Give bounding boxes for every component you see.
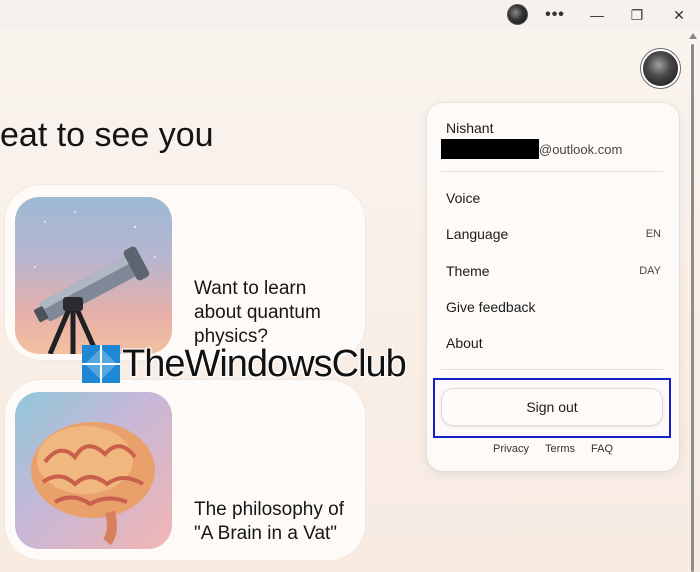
user-name: Nishant: [446, 120, 494, 136]
user-email: @outlook.com: [441, 139, 622, 159]
maximize-button[interactable]: ❐: [622, 4, 652, 26]
suggestion-card-brain[interactable]: The philosophy of "A Brain in a Vat": [5, 380, 365, 560]
menu-item-value: DAY: [639, 265, 661, 277]
menu-item-label: Give feedback: [446, 299, 536, 315]
menu-item-label: Voice: [446, 190, 481, 206]
menu-item-give-feedback[interactable]: Give feedback: [446, 295, 661, 319]
menu-item-about[interactable]: About: [446, 331, 661, 355]
more-options-button[interactable]: •••: [540, 4, 570, 26]
menu-divider: [441, 369, 663, 370]
menu-item-value: EN: [645, 228, 661, 240]
scroll-up-arrow-icon[interactable]: [689, 33, 697, 39]
minimize-button[interactable]: —: [582, 4, 612, 26]
menu-item-label: About: [446, 335, 483, 351]
profile-avatar-button[interactable]: [641, 49, 680, 88]
menu-item-voice[interactable]: Voice: [446, 186, 661, 210]
card-prompt-text: The philosophy of "A Brain in a Vat": [194, 499, 344, 544]
menu-item-language[interactable]: Language EN: [446, 222, 661, 246]
telescope-image: [15, 197, 172, 354]
terms-link[interactable]: Terms: [545, 443, 575, 455]
brain-image: [15, 392, 172, 549]
menu-item-theme[interactable]: Theme DAY: [446, 259, 661, 283]
suggestion-card-quantum[interactable]: Want to learn about quantum physics?: [5, 185, 365, 360]
menu-item-label: Language: [446, 226, 509, 242]
titlebar-avatar[interactable]: [507, 4, 528, 25]
title-bar: ••• — ❐ ✕: [0, 0, 700, 30]
scroll-thumb[interactable]: [691, 44, 694, 572]
footer-links: Privacy Terms FAQ: [427, 443, 679, 455]
menu-divider: [441, 171, 663, 172]
card-prompt-text: Want to learn about quantum physics?: [194, 278, 321, 347]
greeting-heading: eat to see you: [0, 116, 214, 154]
privacy-link[interactable]: Privacy: [493, 443, 529, 455]
redacted-email-block: [441, 139, 539, 159]
close-button[interactable]: ✕: [664, 4, 694, 26]
email-domain: @outlook.com: [539, 141, 623, 157]
vertical-scrollbar[interactable]: [686, 30, 700, 572]
sign-out-highlight-box: [433, 378, 671, 438]
menu-item-label: Theme: [446, 263, 490, 279]
faq-link[interactable]: FAQ: [591, 443, 613, 455]
